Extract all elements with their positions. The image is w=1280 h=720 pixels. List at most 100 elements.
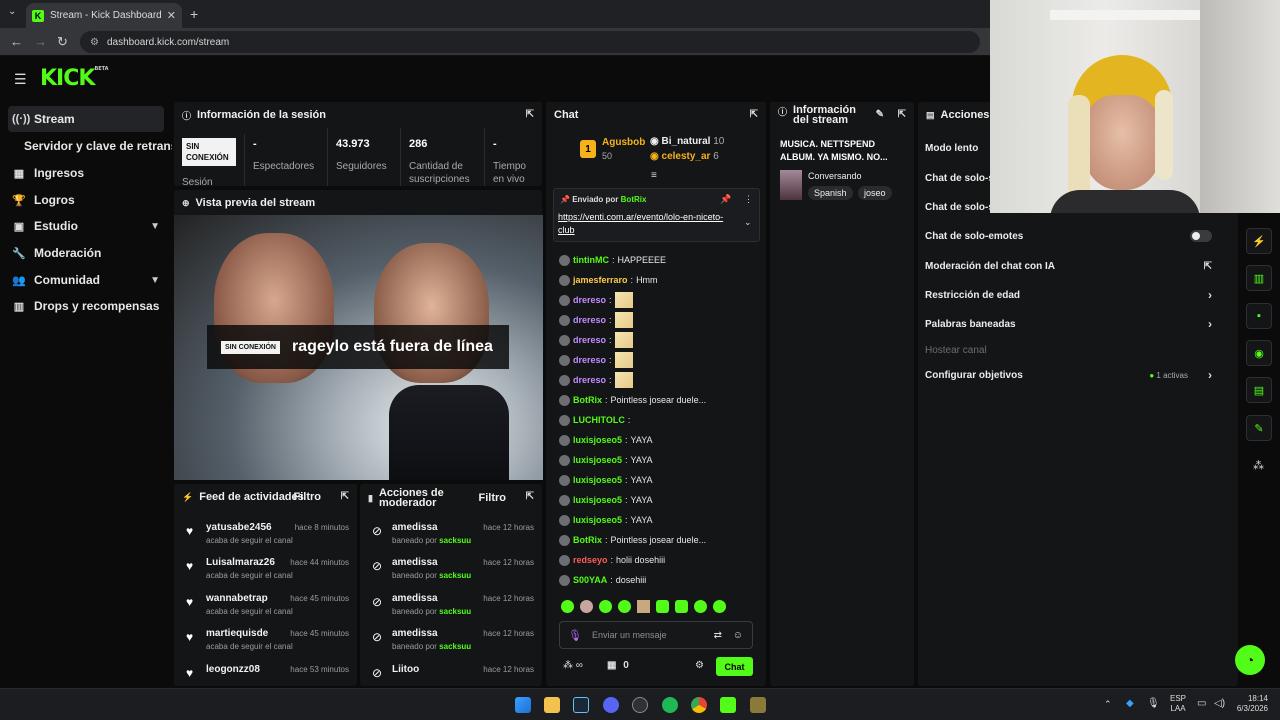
chat-username[interactable]: luxisjoseo5 <box>573 435 622 445</box>
windows-start-icon[interactable] <box>515 697 531 713</box>
chat-input[interactable]: 🎙 Enviar un mensaje ⇄ ☺ <box>559 621 753 649</box>
close-tab-icon[interactable]: ✕ <box>167 9 176 22</box>
tray-chevron-icon[interactable]: ⌃ <box>1104 699 1112 710</box>
tag-pill[interactable]: Spanish <box>808 186 853 200</box>
more-icon[interactable]: ⋮ <box>744 194 753 205</box>
app-icon[interactable] <box>750 697 766 713</box>
spotify-icon[interactable] <box>662 697 678 713</box>
language-indicator[interactable]: ESP LAA <box>1170 694 1186 714</box>
obs-icon[interactable] <box>632 697 648 713</box>
popout-icon[interactable]: ⇱ <box>341 491 349 502</box>
chat-username[interactable]: jamesferraro <box>573 275 628 285</box>
leader-name[interactable]: ◉ Bi_natural 10 <box>650 136 724 147</box>
new-tab-icon[interactable]: + <box>190 6 198 22</box>
popout-icon[interactable]: ⇱ <box>526 109 534 120</box>
leader-name[interactable]: Agusbob <box>602 137 645 148</box>
pin-icon[interactable]: 📌 <box>720 194 731 205</box>
tray-mic-icon[interactable]: 🎙 <box>1147 698 1160 709</box>
chat-username[interactable]: drereso <box>573 295 606 305</box>
chat-username[interactable]: redseyo <box>573 555 608 565</box>
chat-send-button[interactable]: Chat <box>716 657 753 676</box>
popout-icon[interactable]: ⇱ <box>526 491 534 502</box>
tray-app-icon[interactable]: ◆ <box>1126 698 1134 709</box>
popout-icon[interactable]: ⇱ <box>898 109 906 120</box>
chevron-down-icon[interactable]: ⌄ <box>744 217 752 228</box>
emote-icon[interactable] <box>656 600 669 613</box>
mod-filter-button[interactable]: Filtro <box>479 492 507 504</box>
site-info-icon[interactable]: ⚙ <box>90 37 99 48</box>
emote-icon[interactable] <box>713 600 726 613</box>
leader-name[interactable]: ◉ celesty_ar 6 <box>650 151 719 162</box>
sidebar-item-estudio[interactable]: ▣ Estudio ▼ <box>8 213 164 239</box>
tag-pill[interactable]: joseo <box>858 186 892 200</box>
popout-icon[interactable]: ⇱ <box>750 109 758 120</box>
network-icon[interactable]: ▭ <box>1197 698 1206 709</box>
pinned-link[interactable]: https://venti.com.ar/evento/lolo-en-nice… <box>558 211 728 237</box>
filter-icon[interactable]: ≡ <box>651 170 657 181</box>
reload-icon[interactable]: ↻ <box>57 34 68 50</box>
rail-wrench-icon[interactable]: ✎ <box>1246 415 1272 441</box>
banned-words-row[interactable]: Palabras baneadas › <box>925 314 1230 334</box>
goals-row[interactable]: Configurar objetivos ● 1 activas › <box>925 365 1230 385</box>
support-chat-button[interactable]: ◔ <box>1235 645 1265 675</box>
rail-document-icon[interactable]: ▥ <box>1246 265 1272 291</box>
edit-icon[interactable]: ✎ <box>876 109 884 120</box>
points-display[interactable]: ▦ 0 <box>607 660 629 671</box>
file-explorer-icon[interactable] <box>544 697 560 713</box>
sidebar-item-logros[interactable]: 🏆 Logros <box>8 187 164 213</box>
sidebar-item-comunidad[interactable]: 👥 Comunidad ▼ <box>8 267 164 293</box>
chat-username[interactable]: drereso <box>573 375 606 385</box>
chat-username[interactable]: luxisjoseo5 <box>573 475 622 485</box>
emote-icon[interactable] <box>561 600 574 613</box>
settings-icon[interactable]: ⚙ <box>695 660 704 671</box>
chat-username[interactable]: S00YAA <box>573 575 607 585</box>
emotes-only-toggle[interactable] <box>1190 230 1212 242</box>
clock[interactable]: 18:14 6/3/2026 <box>1232 694 1268 714</box>
sidebar-item-drops[interactable]: ▥ Drops y recompensas <box>8 293 164 319</box>
tab-search-icon[interactable]: ⌄ <box>8 6 16 17</box>
sidebar-item-server-key[interactable]: Servidor y clave de retransmisión <box>20 133 172 159</box>
forward-icon[interactable]: → <box>34 34 47 49</box>
chat-username[interactable]: tintinMC <box>573 255 609 265</box>
chat-username[interactable]: luxisjoseo5 <box>573 455 622 465</box>
ai-moderation-row[interactable]: Moderación del chat con IA ⇱ <box>925 256 1230 276</box>
emote-icon[interactable] <box>675 600 688 613</box>
chat-username[interactable]: drereso <box>573 335 606 345</box>
translate-icon[interactable]: ⇄ <box>714 630 722 641</box>
emote-icon[interactable] <box>694 600 707 613</box>
chat-username[interactable]: BotRix <box>573 535 602 545</box>
emotes-only-row[interactable]: Chat de solo-emotes <box>925 226 1230 246</box>
sidebar-item-ingresos[interactable]: ▦ Ingresos <box>8 160 164 186</box>
emote-icon[interactable] <box>599 600 612 613</box>
chrome-icon[interactable] <box>691 697 707 713</box>
mic-icon[interactable]: 🎙 <box>568 629 582 642</box>
discord-icon[interactable] <box>603 697 619 713</box>
emote-icon[interactable] <box>580 600 593 613</box>
menu-icon[interactable]: ☰ <box>14 71 27 88</box>
sidebar-item-stream[interactable]: ((·)) Stream <box>8 106 164 132</box>
sidebar-item-moderacion[interactable]: 🔧 Moderación <box>8 240 164 266</box>
emote-icon[interactable] <box>637 600 650 613</box>
chat-username[interactable]: LUCHITOLC <box>573 415 625 425</box>
age-restriction-row[interactable]: Restricción de edad › <box>925 285 1230 305</box>
emote-icon[interactable] <box>618 600 631 613</box>
chat-username[interactable]: luxisjoseo5 <box>573 515 622 525</box>
kick-logo[interactable]: KICKBETA <box>40 66 109 91</box>
chat-username[interactable]: drereso <box>573 355 606 365</box>
chat-username[interactable]: drereso <box>573 315 606 325</box>
browser-tab[interactable]: K Stream - Kick Dashboard ✕ <box>26 3 182 28</box>
back-icon[interactable]: ← <box>10 34 23 49</box>
kick-app-icon[interactable] <box>720 697 736 713</box>
rail-chat-icon[interactable]: ▪ <box>1246 303 1272 329</box>
emoji-icon[interactable]: ☺ <box>733 630 743 641</box>
rail-layout-icon[interactable]: ▤ <box>1246 377 1272 403</box>
feed-filter-button[interactable]: Filtro <box>294 491 322 503</box>
chat-username[interactable]: BotRix <box>573 395 602 405</box>
community-icon[interactable]: ⁂ ∞ <box>563 660 583 671</box>
rail-more-icon[interactable]: ⁂ <box>1253 459 1264 472</box>
url-input[interactable]: ⚙ dashboard.kick.com/stream <box>80 31 980 53</box>
chat-username[interactable]: luxisjoseo5 <box>573 495 622 505</box>
category-name[interactable]: Conversando <box>808 171 862 181</box>
volume-icon[interactable]: ◁) <box>1214 698 1225 709</box>
steam-icon[interactable] <box>573 697 589 713</box>
